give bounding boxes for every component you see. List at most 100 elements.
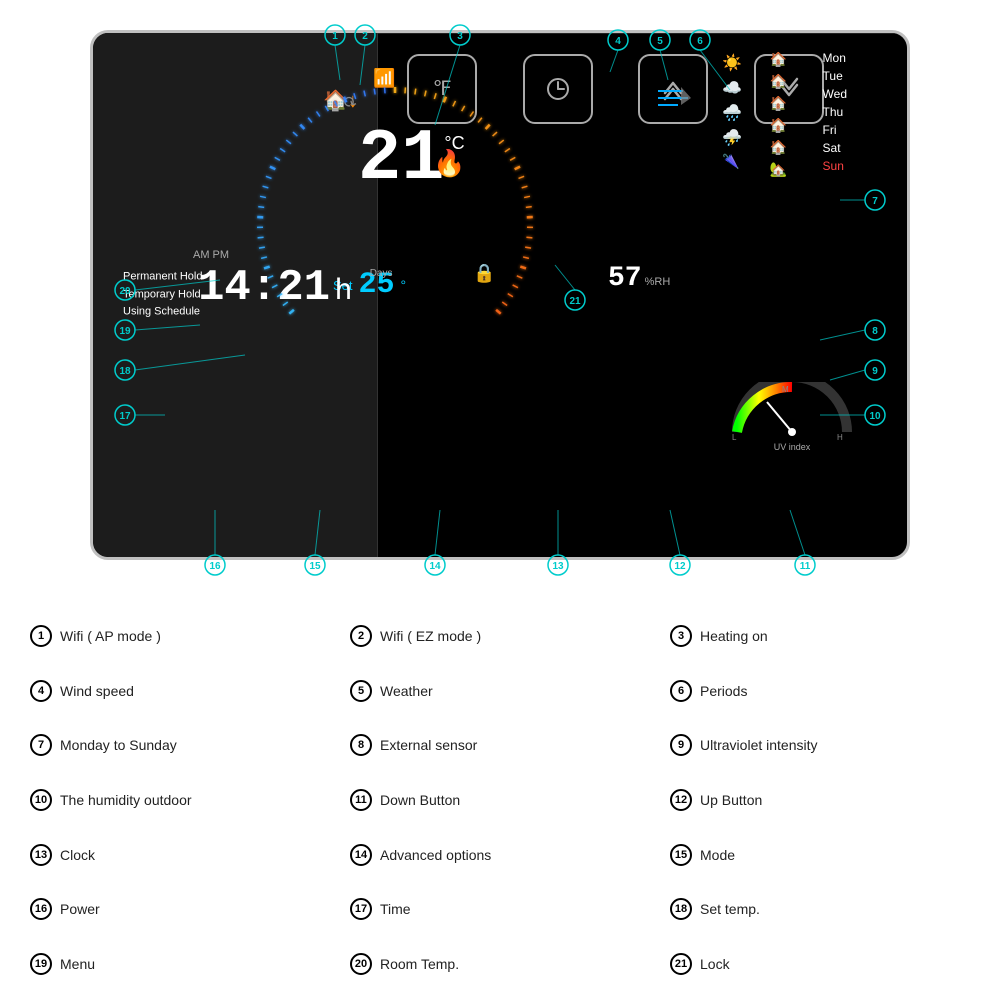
legend-item-17: 17 Time: [350, 883, 650, 936]
period-icon-6: 🏡: [770, 161, 787, 178]
humidity-value: 57: [608, 263, 642, 294]
legend-text-4: Wind speed: [60, 683, 134, 699]
svg-text:L: L: [732, 433, 737, 442]
legend-num-5: 5: [350, 680, 372, 702]
period-icon-5: 🏠: [770, 139, 787, 156]
legend-num-20: 20: [350, 953, 372, 975]
thermostat-device: Permanent Hold Temporary Hold Using Sche…: [90, 30, 910, 560]
day-tue: Tue: [823, 69, 847, 83]
legend-num-13: 13: [30, 844, 52, 866]
uv-index-gauge: L M H UV index: [727, 382, 857, 442]
svg-text:16: 16: [209, 561, 221, 572]
legend-num-4: 4: [30, 680, 52, 702]
rain-icon: 🌧️: [722, 103, 742, 123]
cloud-icon: ☁️: [722, 78, 742, 98]
legend-text-14: Advanced options: [380, 847, 491, 863]
sun-icon: ☀️: [722, 53, 742, 73]
day-thu: Thu: [823, 105, 847, 119]
temporary-hold-label: Temporary Hold: [123, 286, 203, 304]
current-temp-value: 21: [358, 123, 444, 195]
legend-item-7: 7 Monday to Sunday: [30, 719, 330, 772]
legend-num-7: 7: [30, 734, 52, 756]
legend-num-14: 14: [350, 844, 372, 866]
time-suffix: h: [334, 275, 352, 309]
down-button[interactable]: [754, 54, 824, 124]
legend-num-15: 15: [670, 844, 692, 866]
wifi-ap-icon: 📶: [373, 68, 395, 89]
legend-item-16: 16 Power: [30, 883, 330, 936]
days-label: Days: [370, 268, 393, 279]
svg-text:15: 15: [309, 561, 321, 572]
legend-text-17: Time: [380, 901, 411, 917]
time-display: AM PM 14:21 h Days: [198, 263, 353, 313]
legend-text-7: Monday to Sunday: [60, 737, 177, 753]
legend-num-21: 21: [670, 953, 692, 975]
heating-flame-icon: 🔥: [433, 148, 465, 179]
legend-text-21: Lock: [700, 956, 730, 972]
legend-num-18: 18: [670, 898, 692, 920]
legend-item-2: 2 Wifi ( EZ mode ): [350, 610, 650, 663]
legend-text-2: Wifi ( EZ mode ): [380, 628, 481, 644]
clock-button[interactable]: [523, 54, 593, 124]
svg-text:12: 12: [674, 561, 686, 572]
legend-text-20: Room Temp.: [380, 956, 459, 972]
legend-num-6: 6: [670, 680, 692, 702]
legend-text-12: Up Button: [700, 792, 762, 808]
legend-num-2: 2: [350, 625, 372, 647]
day-fri: Fri: [823, 123, 847, 137]
legend-num-8: 8: [350, 734, 372, 756]
uv-index-label: UV index: [727, 442, 857, 452]
legend-text-6: Periods: [700, 683, 747, 699]
ice-icon: 🌂: [722, 153, 742, 170]
permanent-hold-label: Permanent Hold: [123, 269, 203, 287]
legend-item-11: 11 Down Button: [350, 774, 650, 827]
legend-text-3: Heating on: [700, 628, 768, 644]
set-temp-unit: °: [401, 277, 407, 293]
period-icons-column: 🏠 🏠 🏠 🏠 🏠 🏡: [770, 51, 787, 178]
period-icon-2: 🏠: [770, 73, 787, 90]
legend-item-14: 14 Advanced options: [350, 828, 650, 881]
lock-icon: 🔒: [473, 263, 495, 284]
legend-text-11: Down Button: [380, 792, 460, 808]
period-icon-4: 🏠: [770, 117, 787, 134]
day-mon: Mon: [823, 51, 847, 65]
wind-speed-area: [653, 83, 693, 118]
legend-item-9: 9 Ultraviolet intensity: [670, 719, 970, 772]
legend-num-19: 19: [30, 953, 52, 975]
legend-item-10: 10 The humidity outdoor: [30, 774, 330, 827]
legend-text-19: Menu: [60, 956, 95, 972]
days-column: Mon Tue Wed Thu Fri Sat Sun: [823, 51, 847, 173]
legend-num-16: 16: [30, 898, 52, 920]
svg-text:H: H: [837, 433, 843, 442]
legend-item-13: 13 Clock: [30, 828, 330, 881]
legend-item-8: 8 External sensor: [350, 719, 650, 772]
weather-icons-column: ☀️ ☁️ 🌧️ ⛈️ 🌂: [722, 53, 742, 170]
device-screen: Permanent Hold Temporary Hold Using Sche…: [93, 33, 907, 557]
legend-text-10: The humidity outdoor: [60, 792, 192, 808]
legend-text-15: Mode: [700, 847, 735, 863]
legend-text-9: Ultraviolet intensity: [700, 737, 818, 753]
period-icon-1: 🏠: [770, 51, 787, 68]
humidity-display: 57 %RH: [608, 263, 670, 294]
legend-item-15: 15 Mode: [670, 828, 970, 881]
legend-item-12: 12 Up Button: [670, 774, 970, 827]
using-schedule-label: Using Schedule: [123, 304, 203, 322]
legend-num-3: 3: [670, 625, 692, 647]
day-sun: Sun: [823, 159, 847, 173]
svg-text:M: M: [782, 385, 789, 394]
legend-item-5: 5 Weather: [350, 665, 650, 718]
legend-num-10: 10: [30, 789, 52, 811]
legend-num-9: 9: [670, 734, 692, 756]
legend-item-20: 20 Room Temp.: [350, 937, 650, 990]
legend-text-8: External sensor: [380, 737, 477, 753]
legend-num-12: 12: [670, 789, 692, 811]
legend-item-4: 4 Wind speed: [30, 665, 330, 718]
heavy-rain-icon: ⛈️: [722, 128, 742, 148]
legend-text-1: Wifi ( AP mode ): [60, 628, 161, 644]
hold-modes-panel: Permanent Hold Temporary Hold Using Sche…: [123, 269, 203, 322]
svg-text:14: 14: [429, 561, 441, 572]
am-pm-label: AM PM: [193, 249, 229, 261]
legend-item-18: 18 Set temp.: [670, 883, 970, 936]
legend-num-11: 11: [350, 789, 372, 811]
period-icon-3: 🏠: [770, 95, 787, 112]
